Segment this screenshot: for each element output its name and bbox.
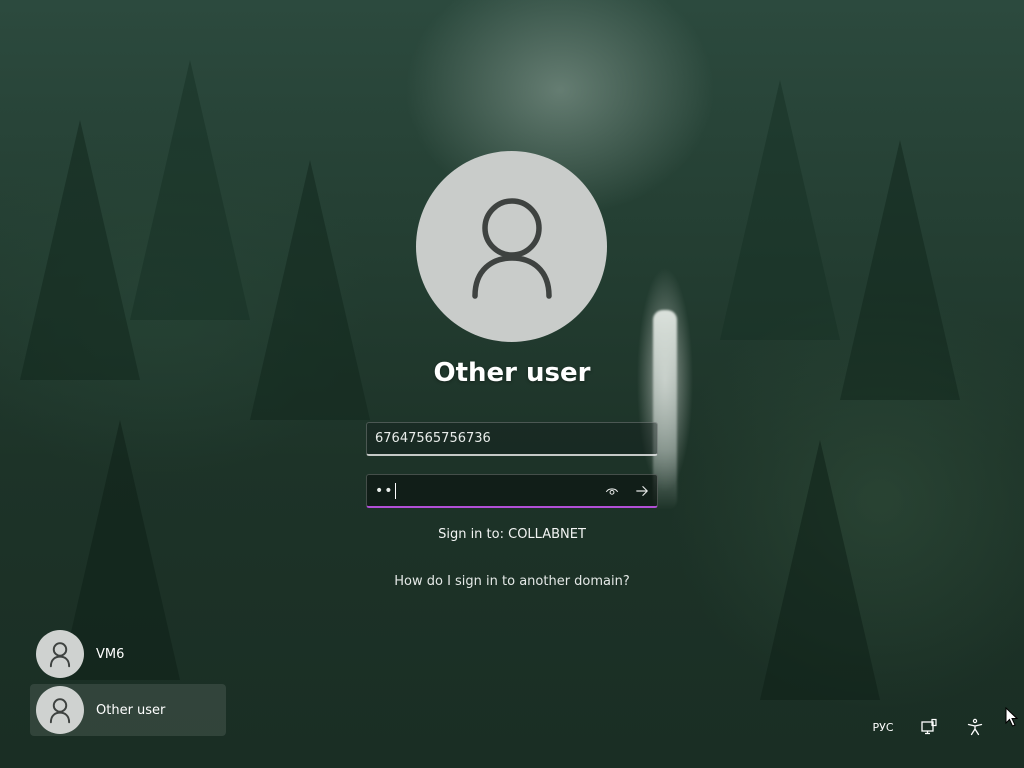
password-input[interactable]: •• [367,482,597,499]
network-button[interactable] [906,712,952,742]
background-tree [130,60,250,320]
user-list-item-other-user[interactable]: Other user [30,684,226,736]
eye-icon [605,487,619,495]
network-icon [921,718,937,735]
password-field[interactable]: •• [366,474,658,508]
user-list-item-label: VM6 [96,646,125,662]
background-tree [720,80,840,340]
mouse-pointer-icon [1005,707,1019,727]
user-avatar-small [36,630,84,678]
text-caret [394,482,396,499]
user-list-item-vm6[interactable]: VM6 [30,628,226,680]
user-list-item-label: Other user [96,702,166,718]
background-tree [840,140,960,400]
submit-button[interactable] [627,476,657,506]
user-silhouette-icon [49,642,71,668]
background-tree [760,440,880,700]
system-tray: РУС [860,712,998,742]
user-title: Other user [433,358,591,388]
user-avatar-small [36,686,84,734]
username-value[interactable]: 67647565756736 [367,431,657,446]
background-tree [20,120,140,380]
user-avatar [416,151,607,342]
username-field[interactable]: 67647565756736 [366,422,658,456]
language-indicator[interactable]: РУС [860,712,906,742]
other-domain-link[interactable]: How do I sign in to another domain? [312,574,712,589]
lock-screen: Other user 67647565756736 •• Sign in to:… [0,0,1024,768]
accessibility-icon [967,718,983,736]
sign-in-domain-text: Sign in to: COLLABNET [438,527,586,542]
arrow-right-icon [636,485,648,496]
password-mask: •• [375,482,394,499]
accessibility-button[interactable] [952,712,998,742]
user-silhouette-icon [471,197,552,299]
user-switcher-list: VM6 Other user [30,628,226,740]
reveal-password-button[interactable] [597,476,627,506]
user-silhouette-icon [49,698,71,724]
